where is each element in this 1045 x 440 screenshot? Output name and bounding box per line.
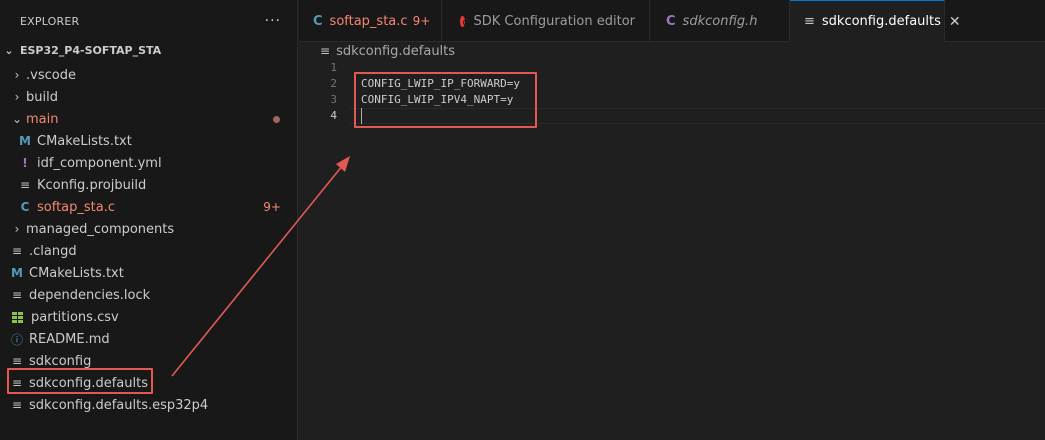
line-number: 1: [330, 61, 337, 74]
text-file-icon: ≡: [19, 178, 31, 192]
tab-sdkconfig-h[interactable]: C sdkconfig.h: [650, 0, 790, 42]
editor-tab-bar: C softap_sta.c 9+ SDK Configuration edit…: [299, 0, 1045, 42]
tree-item-label: sdkconfig.defaults.esp32p4: [29, 397, 209, 413]
espressif-icon: [460, 15, 470, 27]
tab-label: sdkconfig.h: [682, 13, 758, 29]
text-file-icon: ≡: [320, 44, 331, 58]
chevron-right-icon: ›: [14, 90, 20, 104]
breadcrumb-item[interactable]: sdkconfig.defaults: [336, 44, 455, 59]
tab-label: SDK Configuration editor: [473, 13, 635, 29]
tree-item-main[interactable]: ⌄ main: [0, 108, 297, 130]
problems-badge: 9+: [412, 14, 431, 28]
tree-item-kconfig[interactable]: ≡ Kconfig.projbuild: [0, 174, 297, 196]
info-icon: ⓘ: [10, 332, 23, 347]
project-root[interactable]: ⌄ ESP32_P4-SOFTAP_STA: [0, 42, 297, 58]
tab-softap-sta[interactable]: C softap_sta.c 9+: [299, 0, 442, 42]
tree-item-label: .vscode: [26, 67, 76, 83]
yaml-icon: !: [22, 156, 28, 170]
line-number-gutter: 1 2 3 4: [299, 60, 337, 124]
tree-item-label: managed_components: [26, 221, 175, 237]
c-header-icon: C: [666, 13, 676, 29]
c-file-icon: C: [313, 13, 323, 29]
text-file-icon: ≡: [11, 244, 23, 258]
explorer-title: EXPLORER: [20, 14, 80, 28]
csv-icon: [12, 311, 23, 323]
tree-item-dependencies-lock[interactable]: ≡ dependencies.lock: [0, 284, 297, 306]
chevron-down-icon: ⌄: [4, 43, 14, 57]
chevron-down-icon: ⌄: [11, 112, 23, 126]
tree-item-sdkconfig-defaults-esp32p4[interactable]: ≡ sdkconfig.defaults.esp32p4: [0, 394, 297, 416]
tree-item-partitions-csv[interactable]: partitions.csv: [0, 306, 297, 328]
tab-sdk-configuration-editor[interactable]: SDK Configuration editor: [442, 0, 650, 42]
text-file-icon: ≡: [804, 14, 815, 29]
line-number: 2: [330, 77, 337, 90]
tree-item-readme[interactable]: ⓘ README.md: [0, 328, 297, 350]
breadcrumb: ≡ sdkconfig.defaults: [320, 42, 455, 60]
cmake-icon: M: [11, 266, 23, 280]
tree-item-label: sdkconfig: [29, 353, 92, 369]
modified-dot-icon: [273, 115, 280, 123]
tree-item-label: main: [26, 111, 59, 127]
text-file-icon: ≡: [11, 354, 23, 368]
tree-item-softap-sta[interactable]: C softap_sta.c 9+: [0, 196, 297, 218]
tree-item-clangd[interactable]: ≡ .clangd: [0, 240, 297, 262]
tree-item-label: idf_component.yml: [37, 155, 162, 171]
code-annotation-box: [354, 72, 537, 128]
sidebar-annotation-box: [7, 368, 153, 394]
tree-item-label: dependencies.lock: [29, 287, 151, 303]
tree-item-main-cmakelists[interactable]: M CMakeLists.txt: [0, 130, 297, 152]
chevron-right-icon: ›: [14, 222, 20, 236]
tree-item-vscode[interactable]: › .vscode: [0, 64, 297, 86]
tree-item-label: softap_sta.c: [37, 199, 116, 215]
tree-item-label: .clangd: [29, 243, 77, 259]
problems-badge: 9+: [263, 200, 281, 214]
close-icon[interactable]: ✕: [949, 14, 961, 30]
explorer-header: EXPLORER ···: [0, 0, 297, 42]
tree-item-label: Kconfig.projbuild: [37, 177, 147, 193]
tree-item-label: build: [26, 89, 58, 105]
tree-item-build[interactable]: › build: [0, 86, 297, 108]
line-number: 3: [330, 93, 337, 106]
tab-label: sdkconfig.defaults: [821, 14, 941, 29]
tree-item-idf-component[interactable]: ! idf_component.yml: [0, 152, 297, 174]
tree-item-label: CMakeLists.txt: [37, 133, 132, 149]
more-actions-icon[interactable]: ···: [265, 13, 281, 29]
text-file-icon: ≡: [11, 288, 23, 302]
tab-label: softap_sta.c: [329, 13, 408, 29]
project-name: ESP32_P4-SOFTAP_STA: [20, 43, 162, 57]
tree-item-label: README.md: [29, 331, 110, 347]
tree-item-managed-components[interactable]: › managed_components: [0, 218, 297, 240]
cmake-icon: M: [19, 134, 31, 148]
line-number: 4: [330, 109, 337, 122]
chevron-right-icon: ›: [14, 68, 20, 82]
tab-sdkconfig-defaults[interactable]: ≡ sdkconfig.defaults ✕: [790, 0, 961, 42]
code-editor[interactable]: 1 2 3 4 CONFIG_LWIP_IP_FORWARD=y CONFIG_…: [299, 60, 1045, 440]
c-file-icon: C: [20, 200, 30, 214]
text-file-icon: ≡: [11, 398, 23, 412]
tree-item-label: CMakeLists.txt: [29, 265, 124, 281]
explorer-sidebar: EXPLORER ··· ⌄ ESP32_P4-SOFTAP_STA › .vs…: [0, 0, 298, 440]
tree-item-cmakelists[interactable]: M CMakeLists.txt: [0, 262, 297, 284]
tree-item-label: partitions.csv: [31, 309, 119, 325]
